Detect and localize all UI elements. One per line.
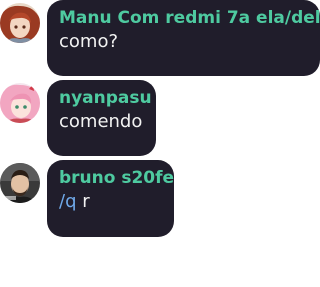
message-text: como? (59, 31, 119, 52)
avatar-anime-pink-hair-icon (0, 83, 40, 123)
avatar-photo-man-icon (0, 163, 40, 203)
message-text: /q r (59, 189, 162, 215)
avatar[interactable] (0, 83, 40, 123)
message-author[interactable]: Manu Com redmi 7a ela/dela (59, 7, 320, 29)
message-bubble: bruno s20fe /q r (47, 160, 174, 237)
avatar[interactable] (0, 163, 40, 203)
chat-message-list: Manu Com redmi 7a ela/dela como? nyanpas… (0, 0, 320, 287)
command-text: /q (59, 191, 77, 212)
message-author[interactable]: bruno s20fe (59, 167, 174, 189)
message-author[interactable]: nyanpasu (59, 87, 152, 109)
avatar[interactable] (0, 3, 40, 43)
message-bubble: nyanpasu comendo (47, 80, 156, 156)
command-argument: r (82, 191, 90, 212)
message-bubble: Manu Com redmi 7a ela/dela como? (47, 0, 320, 76)
avatar-anime-red-hair-icon (0, 3, 40, 43)
message-text: comendo (59, 111, 143, 132)
